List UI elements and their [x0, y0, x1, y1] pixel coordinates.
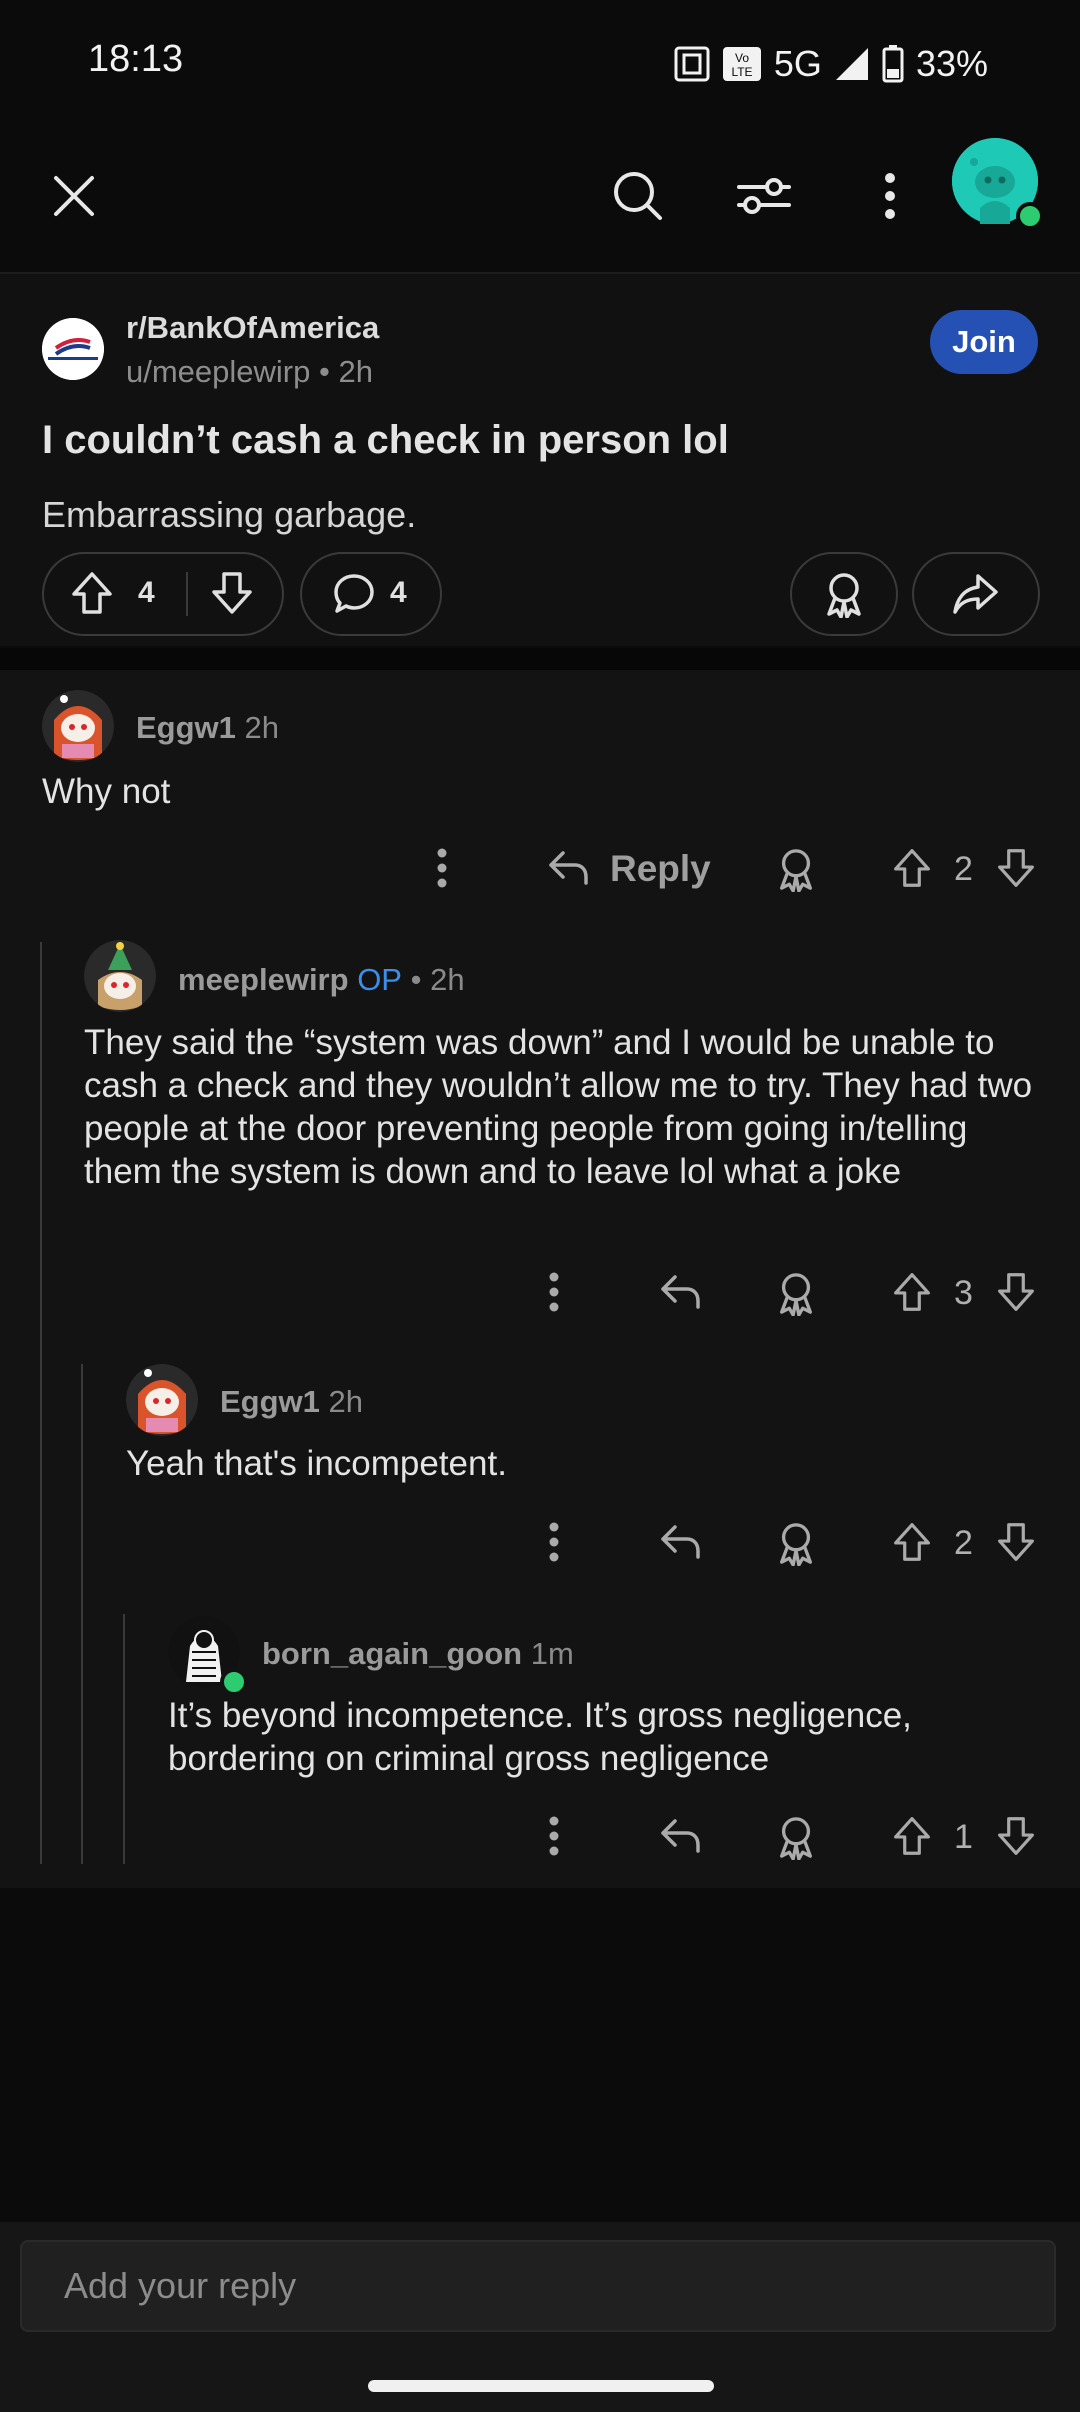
comment-text: Why not — [42, 772, 171, 811]
comment-more-icon[interactable] — [538, 1266, 570, 1318]
battery-level: 33% — [915, 43, 988, 84]
op-badge: OP — [357, 962, 402, 997]
comment-avatar[interactable] — [126, 1364, 198, 1436]
award-icon[interactable] — [772, 1518, 820, 1568]
more-vertical-icon[interactable] — [854, 160, 926, 232]
post-time: 2h — [338, 354, 373, 389]
comment-author[interactable]: meeplewirp OP • 2h — [178, 962, 465, 998]
upvote-icon[interactable] — [890, 1518, 934, 1566]
reply-input[interactable]: Add your reply — [20, 2240, 1056, 2332]
comment-username[interactable]: Eggw1 — [136, 710, 236, 745]
meta-separator: • — [319, 354, 339, 389]
award-icon[interactable] — [772, 844, 820, 894]
vote-divider — [186, 572, 188, 616]
post-comments-pill[interactable]: 4 — [300, 552, 442, 636]
comment-vote-count: 3 — [954, 1274, 973, 1312]
top-bar — [0, 120, 1080, 274]
comment-more-icon[interactable] — [538, 1516, 570, 1568]
reply-icon[interactable] — [658, 1270, 702, 1314]
comment-username[interactable]: Eggw1 — [220, 1384, 320, 1419]
comment-username[interactable]: born_again_goon — [262, 1636, 522, 1671]
comment-time: 2h — [244, 710, 280, 745]
reply-icon[interactable] — [546, 846, 590, 890]
online-status-dot — [220, 1668, 248, 1696]
post-author[interactable]: u/meeplewirp — [126, 354, 310, 389]
snoo-avatar-icon — [84, 940, 156, 1012]
post-award-button[interactable] — [790, 552, 898, 636]
comment-avatar[interactable] — [84, 940, 156, 1012]
comment-author[interactable]: Eggw1 2h — [220, 1384, 363, 1420]
comment-more-icon[interactable] — [426, 842, 458, 894]
status-bar: 18:13 Vo LTE 5G 33% — [0, 0, 1080, 120]
reply-icon[interactable] — [658, 1520, 702, 1564]
award-icon[interactable] — [772, 1812, 820, 1862]
status-time: 18:13 — [88, 38, 184, 80]
comment-vote-count: 1 — [954, 1818, 973, 1856]
comment-text: Yeah that's incompetent. — [126, 1444, 507, 1483]
thread-line-3 — [123, 1614, 125, 1864]
comment-vote-count: 2 — [954, 1524, 973, 1562]
nfc-icon — [674, 46, 710, 82]
share-icon — [952, 572, 1000, 616]
meta-separator: • — [410, 962, 422, 997]
downvote-icon[interactable] — [994, 1812, 1038, 1860]
upvote-icon[interactable] — [890, 1812, 934, 1860]
comment-text: It’s beyond incompetence. It’s gross neg… — [168, 1696, 912, 1778]
reply-icon[interactable] — [658, 1814, 702, 1858]
network-label: 5G — [773, 43, 822, 84]
close-icon[interactable] — [38, 160, 110, 232]
thread-line-1 — [40, 942, 42, 1864]
battery-icon — [882, 45, 904, 83]
filter-icon[interactable] — [728, 160, 800, 232]
join-button[interactable]: Join — [930, 310, 1038, 374]
comment-time: 2h — [328, 1384, 364, 1419]
comment-text: They said the “system was down” and I wo… — [84, 1023, 1033, 1191]
reply-button[interactable]: Reply — [610, 848, 711, 890]
upvote-icon[interactable] — [890, 1268, 934, 1316]
upvote-icon[interactable] — [890, 844, 934, 892]
comment-author[interactable]: Eggw1 2h — [136, 710, 279, 746]
post-comment-count: 4 — [390, 576, 407, 609]
subreddit-name[interactable]: r/BankOfAmerica — [126, 310, 379, 346]
online-status-dot — [1016, 202, 1044, 230]
post-vote-count: 4 — [138, 576, 155, 609]
post-body: Embarrassing garbage. — [42, 494, 417, 535]
comment-avatar[interactable] — [42, 690, 114, 762]
post-vote-pill: 4 — [42, 552, 284, 636]
post-share-button[interactable] — [912, 552, 1040, 636]
comment-time: 1m — [530, 1636, 574, 1671]
upvote-icon[interactable] — [70, 570, 114, 616]
volte-icon: Vo LTE — [722, 46, 762, 82]
comment-vote-count: 2 — [954, 850, 973, 888]
downvote-icon[interactable] — [994, 844, 1038, 892]
snoo-avatar-icon — [42, 690, 114, 762]
thread-line-2 — [81, 1364, 83, 1864]
signal-icon — [834, 46, 870, 82]
award-icon — [822, 570, 866, 618]
downvote-icon[interactable] — [210, 570, 254, 616]
downvote-icon[interactable] — [994, 1518, 1038, 1566]
post-separator — [0, 648, 1080, 670]
svg-text:LTE: LTE — [731, 65, 752, 79]
post-title: I couldn’t cash a check in person lol — [42, 418, 729, 462]
subreddit-icon[interactable] — [42, 318, 104, 380]
comment-username[interactable]: meeplewirp — [178, 962, 349, 997]
search-icon[interactable] — [602, 160, 674, 232]
award-icon[interactable] — [772, 1268, 820, 1318]
post-meta: u/meeplewirp • 2h — [126, 354, 373, 390]
svg-text:Vo: Vo — [735, 51, 749, 65]
comment-more-icon[interactable] — [538, 1810, 570, 1862]
snoo-avatar-icon — [126, 1364, 198, 1436]
home-indicator[interactable] — [368, 2380, 714, 2392]
comment-time: 2h — [430, 962, 465, 997]
comment-icon — [332, 572, 376, 616]
status-icons: Vo LTE 5G 33% — [674, 36, 988, 92]
downvote-icon[interactable] — [994, 1268, 1038, 1316]
comment-author[interactable]: born_again_goon 1m — [262, 1636, 574, 1672]
